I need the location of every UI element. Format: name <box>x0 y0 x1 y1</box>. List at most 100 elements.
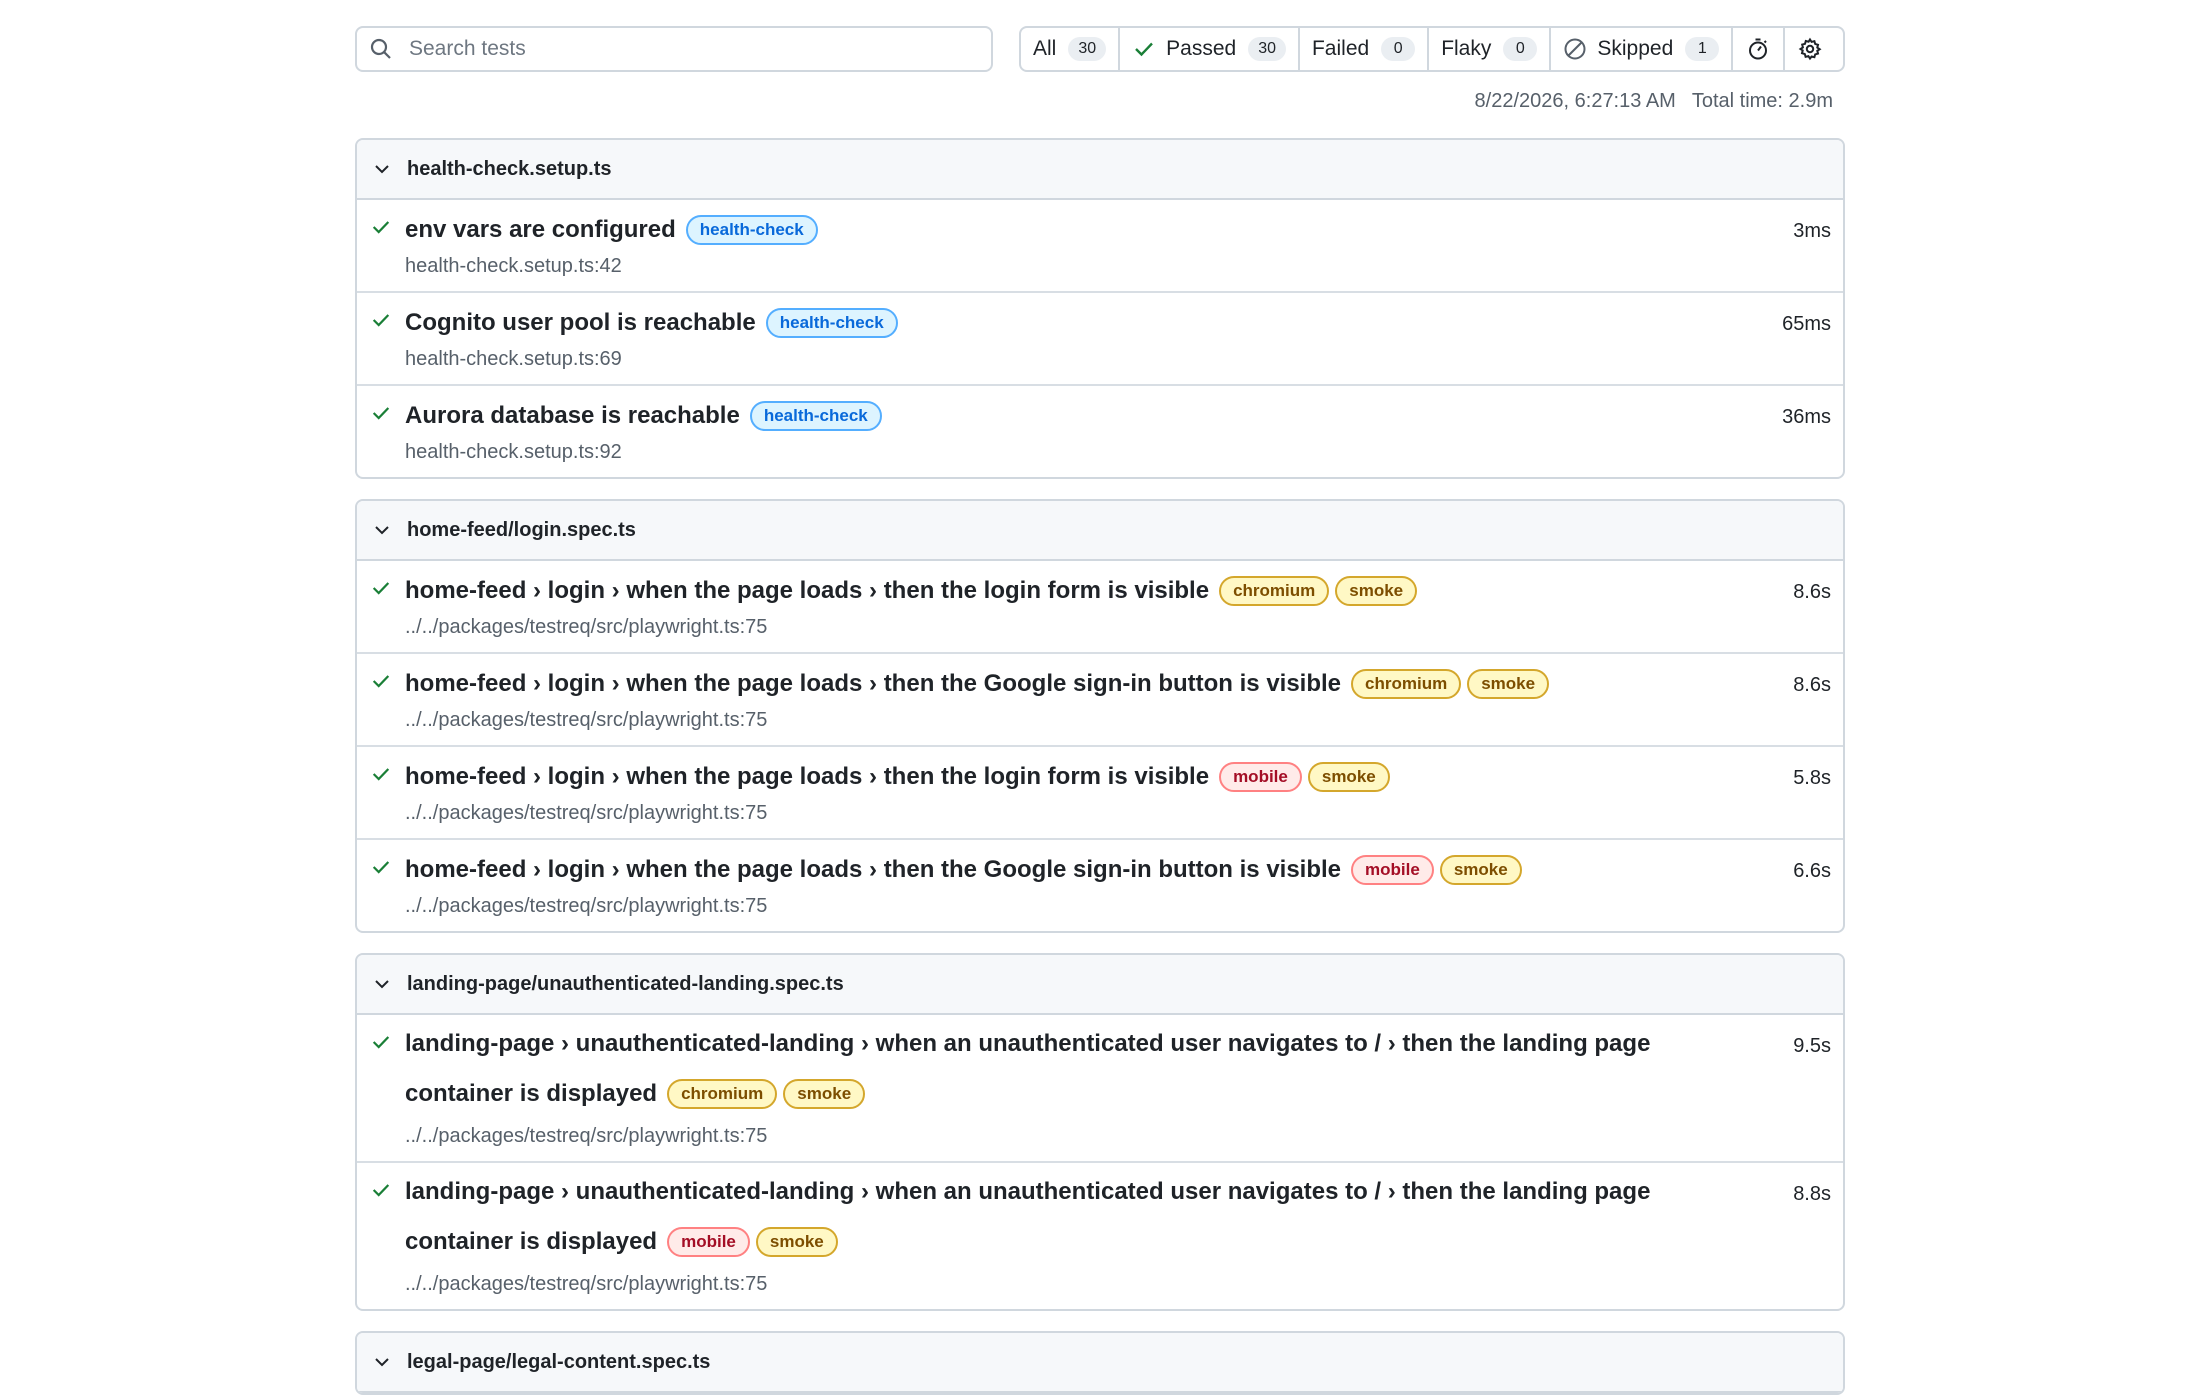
test-title-line: home-feed › login › when the page loads … <box>405 664 1843 703</box>
filter-skipped[interactable]: Skipped 1 <box>1551 28 1734 70</box>
test-location[interactable]: health-check.setup.ts:42 <box>405 251 1843 281</box>
check-icon <box>1135 42 1154 57</box>
chevron-down-icon <box>375 165 389 174</box>
tag-badge[interactable]: health-check <box>749 401 882 431</box>
test-title[interactable]: Aurora database is reachable <box>405 402 740 429</box>
test-row[interactable]: home-feed › login › when the page loads … <box>357 747 1843 840</box>
filter-all[interactable]: All 30 <box>1021 28 1121 70</box>
test-location[interactable]: ../../packages/testreq/src/playwright.ts… <box>405 612 1843 642</box>
test-duration: 6.6s <box>1793 860 1831 882</box>
test-location[interactable]: ../../packages/testreq/src/playwright.ts… <box>405 798 1843 828</box>
filter-flaky[interactable]: Flaky 0 <box>1429 28 1552 70</box>
test-duration: 36ms <box>1782 406 1831 428</box>
tag-badge[interactable]: smoke <box>1307 762 1390 792</box>
file-name: legal-page/legal-content.spec.ts <box>407 1350 711 1373</box>
tag-badge[interactable]: smoke <box>1439 855 1522 885</box>
test-title[interactable]: landing-page › unauthenticated-landing ›… <box>405 1030 1650 1107</box>
tag-badge[interactable]: mobile <box>1351 855 1434 885</box>
filter-count: 30 <box>1068 37 1107 61</box>
gear-icon <box>1798 37 1822 61</box>
filter-label: All <box>1033 37 1057 60</box>
test-location[interactable]: ../../packages/testreq/src/playwright.ts… <box>405 1121 1843 1151</box>
test-duration: 8.6s <box>1793 581 1831 603</box>
filter-failed[interactable]: Failed 0 <box>1300 28 1430 70</box>
file-name: health-check.setup.ts <box>407 157 612 180</box>
tag-badge[interactable]: health-check <box>765 308 898 338</box>
test-title[interactable]: env vars are configured <box>405 216 676 243</box>
test-row[interactable]: Aurora database is reachable health-check… <box>357 386 1843 477</box>
toolbar: All 30 Passed 30 Failed 0 Flaky 0 Skippe… <box>355 25 1845 73</box>
test-location[interactable]: ../../packages/testreq/src/playwright.ts… <box>405 705 1843 735</box>
chevron-down-icon <box>375 526 389 535</box>
filter-count: 30 <box>1248 37 1286 61</box>
report-root: All 30 Passed 30 Failed 0 Flaky 0 Skippe… <box>355 25 1845 1395</box>
run-meta: 8/22/2026, 6:27:13 AM Total time: 2.9m <box>355 90 1845 118</box>
file-header[interactable]: home-feed/login.spec.ts <box>357 501 1843 561</box>
check-icon <box>372 675 390 688</box>
tag-badge[interactable]: smoke <box>1335 576 1418 606</box>
stopwatch-icon <box>1749 38 1768 60</box>
tag-badge[interactable]: smoke <box>1467 669 1550 699</box>
file-header[interactable]: legal-page/legal-content.spec.ts <box>357 1333 1843 1393</box>
search-input[interactable] <box>407 36 971 62</box>
file-name: landing-page/unauthenticated-landing.spe… <box>407 972 844 995</box>
test-row[interactable]: home-feed › login › when the page loads … <box>357 654 1843 747</box>
test-row[interactable]: home-feed › login › when the page loads … <box>357 840 1843 931</box>
test-file-group: home-feed/login.spec.ts home-feed › login… <box>355 499 1845 933</box>
check-icon <box>372 314 390 327</box>
filter-label: Passed <box>1166 37 1237 60</box>
tag-badge[interactable]: smoke <box>755 1227 838 1257</box>
test-title[interactable]: home-feed › login › when the page loads … <box>405 670 1341 697</box>
test-file-group: legal-page/legal-content.spec.ts <box>355 1331 1845 1395</box>
file-header[interactable]: health-check.setup.ts <box>357 140 1843 200</box>
test-duration: 8.6s <box>1793 674 1831 696</box>
test-location[interactable]: ../../packages/testreq/src/playwright.ts… <box>405 891 1843 921</box>
test-title[interactable]: home-feed › login › when the page loads … <box>405 856 1341 883</box>
search-box[interactable] <box>355 26 993 72</box>
test-duration: 8.8s <box>1793 1183 1831 1205</box>
check-icon <box>372 1036 390 1049</box>
tag-badge[interactable]: chromium <box>667 1079 778 1109</box>
tag-badge[interactable]: health-check <box>685 215 818 245</box>
tag-badge[interactable]: smoke <box>783 1079 866 1109</box>
filter-count: 0 <box>1381 37 1416 61</box>
test-location[interactable]: health-check.setup.ts:69 <box>405 344 1843 374</box>
timeline-button[interactable] <box>1733 28 1786 70</box>
test-title-line: landing-page › unauthenticated-landing ›… <box>405 1167 1843 1267</box>
test-title-line: home-feed › login › when the page loads … <box>405 571 1843 610</box>
test-row[interactable]: Cognito user pool is reachable health-che… <box>357 293 1843 386</box>
test-file-group: landing-page/unauthenticated-landing.spe… <box>355 953 1845 1311</box>
filter-passed[interactable]: Passed 30 <box>1120 28 1300 70</box>
test-title[interactable]: landing-page › unauthenticated-landing ›… <box>405 1178 1650 1255</box>
test-title-line: env vars are configured health-check <box>405 210 1843 249</box>
test-row[interactable]: landing-page › unauthenticated-landing ›… <box>357 1163 1843 1309</box>
check-icon <box>372 768 390 781</box>
filter-label: Flaky <box>1441 37 1492 60</box>
test-title[interactable]: Cognito user pool is reachable <box>405 309 756 336</box>
tag-badge[interactable]: chromium <box>1351 669 1462 699</box>
search-icon <box>370 38 391 59</box>
chevron-down-icon <box>375 1358 389 1367</box>
test-row[interactable]: env vars are configured health-check healt… <box>357 200 1843 293</box>
test-location[interactable]: health-check.setup.ts:92 <box>405 437 1843 467</box>
check-icon <box>372 407 390 420</box>
filter-label: Skipped <box>1597 37 1674 60</box>
filter-label: Failed <box>1311 37 1370 60</box>
total-time: Total time: 2.9m <box>1691 90 1833 112</box>
tag-badge[interactable]: mobile <box>1219 762 1302 792</box>
test-location[interactable]: ../../packages/testreq/src/playwright.ts… <box>405 1269 1843 1299</box>
file-header[interactable]: landing-page/unauthenticated-landing.spe… <box>357 955 1843 1015</box>
test-title[interactable]: home-feed › login › when the page loads … <box>405 577 1209 604</box>
check-icon <box>372 861 390 874</box>
settings-button[interactable] <box>1785 28 1835 70</box>
test-row[interactable]: home-feed › login › when the page loads … <box>357 561 1843 654</box>
check-icon <box>372 221 390 234</box>
test-row[interactable]: landing-page › unauthenticated-landing ›… <box>357 1015 1843 1163</box>
tag-badge[interactable]: chromium <box>1219 576 1330 606</box>
test-file-list: health-check.setup.ts env vars are config… <box>355 138 1845 1395</box>
test-title[interactable]: home-feed › login › when the page loads … <box>405 763 1209 790</box>
tag-badge[interactable]: mobile <box>667 1227 750 1257</box>
status-filters: All 30 Passed 30 Failed 0 Flaky 0 Skippe… <box>1019 26 1845 72</box>
test-duration: 5.8s <box>1793 767 1831 789</box>
check-icon <box>372 1184 390 1197</box>
